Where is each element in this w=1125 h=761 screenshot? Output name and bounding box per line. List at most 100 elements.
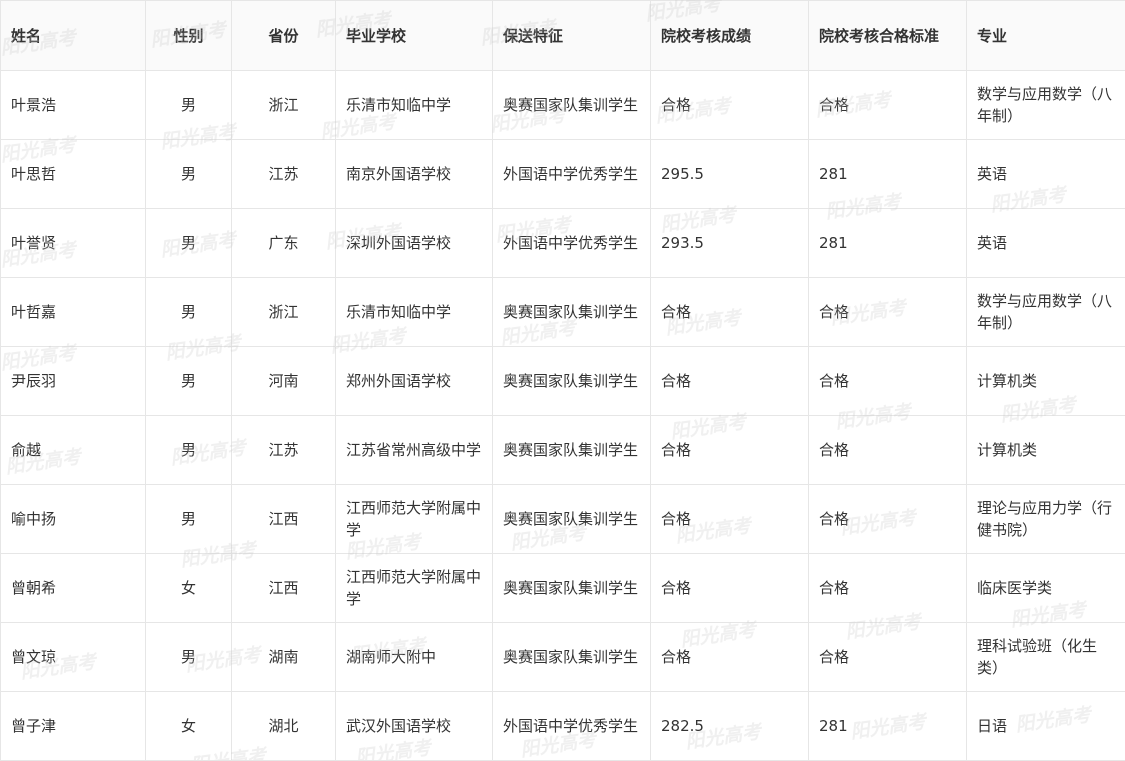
table-row: 俞越 男 江苏 江苏省常州高级中学 奥赛国家队集训学生 合格 合格 计算机类 — [1, 416, 1125, 485]
cell-name: 叶思哲 — [1, 140, 146, 209]
cell-major: 临床医学类 — [967, 554, 1125, 623]
cell-gender: 男 — [146, 416, 232, 485]
cell-feature: 外国语中学优秀学生 — [493, 140, 651, 209]
cell-major: 计算机类 — [967, 416, 1125, 485]
cell-feature: 奥赛国家队集训学生 — [493, 554, 651, 623]
cell-standard: 合格 — [809, 554, 967, 623]
cell-name: 叶誉贤 — [1, 209, 146, 278]
cell-gender: 男 — [146, 71, 232, 140]
cell-name: 喻中扬 — [1, 485, 146, 554]
cell-name: 叶景浩 — [1, 71, 146, 140]
cell-school: 湖南师大附中 — [336, 623, 493, 692]
table-row: 尹辰羽 男 河南 郑州外国语学校 奥赛国家队集训学生 合格 合格 计算机类 — [1, 347, 1125, 416]
cell-standard: 合格 — [809, 347, 967, 416]
header-school: 毕业学校 — [336, 1, 493, 71]
cell-major: 理科试验班（化生类） — [967, 623, 1125, 692]
cell-province: 江西 — [232, 485, 336, 554]
cell-gender: 女 — [146, 692, 232, 761]
cell-name: 曾朝希 — [1, 554, 146, 623]
cell-score: 293.5 — [651, 209, 809, 278]
cell-school: 南京外国语学校 — [336, 140, 493, 209]
table-row: 曾子津 女 湖北 武汉外国语学校 外国语中学优秀学生 282.5 281 日语 — [1, 692, 1125, 761]
header-name: 姓名 — [1, 1, 146, 71]
cell-name: 叶哲嘉 — [1, 278, 146, 347]
cell-name: 尹辰羽 — [1, 347, 146, 416]
cell-gender: 男 — [146, 209, 232, 278]
cell-school: 乐清市知临中学 — [336, 71, 493, 140]
cell-feature: 奥赛国家队集训学生 — [493, 416, 651, 485]
cell-name: 曾子津 — [1, 692, 146, 761]
table-row: 叶誉贤 男 广东 深圳外国语学校 外国语中学优秀学生 293.5 281 英语 — [1, 209, 1125, 278]
cell-school: 乐清市知临中学 — [336, 278, 493, 347]
table-header-row: 姓名 性别 省份 毕业学校 保送特征 院校考核成绩 院校考核合格标准 专业 — [1, 1, 1125, 71]
cell-province: 湖北 — [232, 692, 336, 761]
cell-standard: 合格 — [809, 485, 967, 554]
cell-score: 295.5 — [651, 140, 809, 209]
cell-score: 合格 — [651, 485, 809, 554]
cell-province: 浙江 — [232, 278, 336, 347]
cell-major: 计算机类 — [967, 347, 1125, 416]
cell-major: 数学与应用数学（八年制） — [967, 71, 1125, 140]
cell-feature: 奥赛国家队集训学生 — [493, 347, 651, 416]
cell-province: 江西 — [232, 554, 336, 623]
header-feature: 保送特征 — [493, 1, 651, 71]
table-row: 曾文琼 男 湖南 湖南师大附中 奥赛国家队集训学生 合格 合格 理科试验班（化生… — [1, 623, 1125, 692]
cell-gender: 男 — [146, 485, 232, 554]
cell-school: 江西师范大学附属中学 — [336, 554, 493, 623]
cell-major: 数学与应用数学（八年制） — [967, 278, 1125, 347]
header-score: 院校考核成绩 — [651, 1, 809, 71]
cell-standard: 合格 — [809, 416, 967, 485]
cell-major: 英语 — [967, 140, 1125, 209]
cell-standard: 合格 — [809, 71, 967, 140]
cell-gender: 男 — [146, 278, 232, 347]
cell-major: 理论与应用力学（行健书院） — [967, 485, 1125, 554]
cell-major: 日语 — [967, 692, 1125, 761]
cell-province: 广东 — [232, 209, 336, 278]
cell-gender: 男 — [146, 347, 232, 416]
table-row: 叶哲嘉 男 浙江 乐清市知临中学 奥赛国家队集训学生 合格 合格 数学与应用数学… — [1, 278, 1125, 347]
header-province: 省份 — [232, 1, 336, 71]
cell-name: 曾文琼 — [1, 623, 146, 692]
cell-feature: 奥赛国家队集训学生 — [493, 485, 651, 554]
cell-feature: 奥赛国家队集训学生 — [493, 278, 651, 347]
cell-province: 河南 — [232, 347, 336, 416]
cell-feature: 外国语中学优秀学生 — [493, 692, 651, 761]
cell-school: 江西师范大学附属中学 — [336, 485, 493, 554]
cell-gender: 男 — [146, 623, 232, 692]
table-row: 叶景浩 男 浙江 乐清市知临中学 奥赛国家队集训学生 合格 合格 数学与应用数学… — [1, 71, 1125, 140]
cell-school: 郑州外国语学校 — [336, 347, 493, 416]
table-row: 叶思哲 男 江苏 南京外国语学校 外国语中学优秀学生 295.5 281 英语 — [1, 140, 1125, 209]
cell-score: 合格 — [651, 416, 809, 485]
cell-province: 湖南 — [232, 623, 336, 692]
cell-school: 武汉外国语学校 — [336, 692, 493, 761]
cell-feature: 奥赛国家队集训学生 — [493, 71, 651, 140]
cell-score: 合格 — [651, 347, 809, 416]
header-standard: 院校考核合格标准 — [809, 1, 967, 71]
cell-province: 江苏 — [232, 416, 336, 485]
cell-standard: 合格 — [809, 623, 967, 692]
cell-feature: 外国语中学优秀学生 — [493, 209, 651, 278]
admission-results-table: 姓名 性别 省份 毕业学校 保送特征 院校考核成绩 院校考核合格标准 专业 叶景… — [0, 0, 1125, 761]
cell-score: 282.5 — [651, 692, 809, 761]
cell-gender: 男 — [146, 140, 232, 209]
cell-score: 合格 — [651, 554, 809, 623]
cell-score: 合格 — [651, 278, 809, 347]
cell-standard: 281 — [809, 140, 967, 209]
table-row: 喻中扬 男 江西 江西师范大学附属中学 奥赛国家队集训学生 合格 合格 理论与应… — [1, 485, 1125, 554]
cell-province: 浙江 — [232, 71, 336, 140]
cell-school: 江苏省常州高级中学 — [336, 416, 493, 485]
cell-score: 合格 — [651, 623, 809, 692]
cell-province: 江苏 — [232, 140, 336, 209]
cell-major: 英语 — [967, 209, 1125, 278]
cell-standard: 281 — [809, 209, 967, 278]
cell-gender: 女 — [146, 554, 232, 623]
cell-standard: 281 — [809, 692, 967, 761]
cell-standard: 合格 — [809, 278, 967, 347]
header-gender: 性别 — [146, 1, 232, 71]
cell-score: 合格 — [651, 71, 809, 140]
cell-name: 俞越 — [1, 416, 146, 485]
cell-feature: 奥赛国家队集训学生 — [493, 623, 651, 692]
cell-school: 深圳外国语学校 — [336, 209, 493, 278]
table-row: 曾朝希 女 江西 江西师范大学附属中学 奥赛国家队集训学生 合格 合格 临床医学… — [1, 554, 1125, 623]
header-major: 专业 — [967, 1, 1125, 71]
